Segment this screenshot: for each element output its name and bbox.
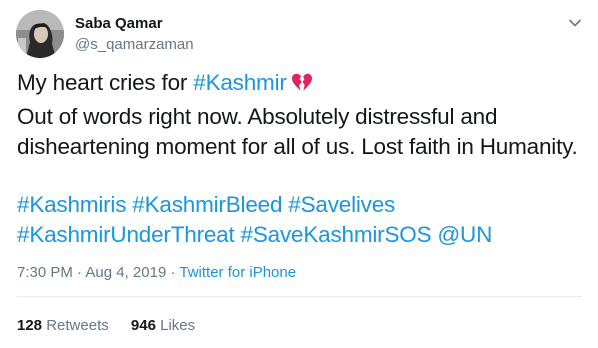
broken-heart-icon — [291, 72, 313, 102]
tweet-stats: 128 Retweets 946 Likes — [17, 316, 213, 335]
retweets-label: Retweets — [46, 317, 109, 334]
retweets-stat[interactable]: 128 Retweets — [17, 317, 113, 334]
tweet-text-line: disheartening moment for all of us. Lost… — [17, 134, 578, 159]
hashtag-link-kashmir[interactable]: #Kashmir — [193, 70, 287, 95]
divider — [17, 296, 582, 297]
chevron-down-icon[interactable] — [566, 14, 584, 32]
tweet-text-line: My heart cries for #Kashmir — [17, 68, 587, 102]
hashtag-line: #Kashmiris #KashmirBleed #Savelives — [17, 190, 587, 220]
mention-link-un[interactable]: @UN — [437, 222, 492, 247]
author-handle[interactable]: @s_qamarzaman — [75, 35, 194, 54]
tweet-time[interactable]: 7:30 PM — [17, 264, 73, 281]
hashtag-link-kashmirunderthreat[interactable]: #KashmirUnderThreat — [17, 222, 235, 247]
hashtag-block: #Kashmiris #KashmirBleed #Savelives #Kashm… — [17, 190, 587, 250]
tweet-text-line: Out of words right now. Absolutely distr… — [17, 104, 498, 129]
likes-label: Likes — [160, 317, 196, 334]
tweet-date[interactable]: Aug 4, 2019 — [85, 264, 166, 281]
meta-separator: · — [166, 264, 180, 281]
retweets-count: 128 — [17, 317, 43, 334]
tweet-source-link[interactable]: Twitter for iPhone — [179, 264, 296, 281]
tweet-meta: 7:30 PM · Aug 4, 2019 · Twitter for iPho… — [17, 263, 296, 282]
hashtag-line: #KashmirUnderThreat #SaveKashmirSOS @UN — [17, 220, 587, 250]
hashtag-link-kashmiris[interactable]: #Kashmiris — [17, 192, 126, 217]
author-name[interactable]: Saba Qamar — [75, 14, 163, 33]
tweet-card: Saba Qamar @s_qamarzaman My heart cries … — [0, 0, 598, 348]
meta-separator: · — [72, 264, 86, 281]
avatar[interactable] — [16, 10, 64, 58]
likes-count: 946 — [130, 317, 156, 334]
tweet-text: My heart cries for #Kashmir Out of words… — [17, 68, 587, 162]
hashtag-link-savekashmirsos[interactable]: #SaveKashmirSOS — [241, 222, 432, 247]
hashtag-link-kashmirbleed[interactable]: #KashmirBleed — [132, 192, 282, 217]
tweet-text-segment: My heart cries for — [17, 70, 194, 95]
hashtag-link-savelives[interactable]: #Savelives — [288, 192, 395, 217]
avatar-photo-icon — [16, 10, 64, 58]
likes-stat[interactable]: 946 Likes — [131, 317, 195, 334]
